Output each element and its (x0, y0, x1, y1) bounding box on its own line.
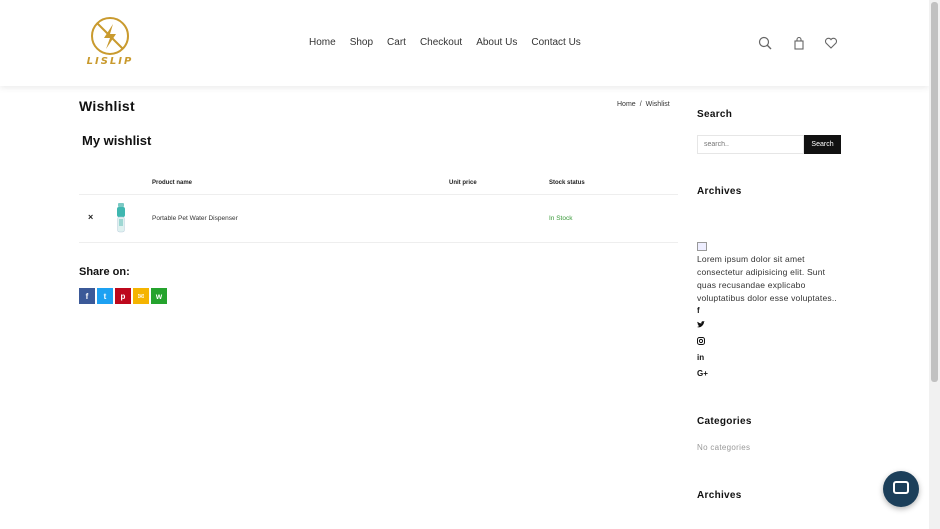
col-unit-price: Unit price (449, 180, 477, 186)
search-button[interactable]: Search (804, 135, 841, 154)
broken-image-icon (697, 242, 707, 251)
product-thumbnail[interactable] (116, 203, 126, 233)
search-input[interactable] (697, 135, 804, 154)
about-text: Lorem ipsum dolor sit amet consectetur a… (697, 254, 837, 303)
chat-bubble-icon (893, 481, 909, 494)
table-row: × Portable Pet Water Dispenser In Stock (79, 195, 678, 243)
instagram-icon[interactable] (697, 337, 705, 347)
email-share-icon[interactable]: ✉ (133, 288, 149, 304)
twitter-icon[interactable] (697, 321, 705, 331)
no-categories-text: No categories (697, 443, 751, 452)
heart-icon[interactable] (824, 36, 838, 50)
page-scrollbar[interactable] (929, 0, 940, 529)
main-nav: Home Shop Cart Checkout About Us Contact… (309, 37, 595, 48)
col-product-name: Product name (152, 180, 193, 186)
twitter-share-icon[interactable]: t (97, 288, 113, 304)
chat-launcher-button[interactable] (883, 471, 919, 507)
facebook-share-icon[interactable]: f (79, 288, 95, 304)
sidebar-search-title: Search (697, 109, 733, 120)
site-header: LISLIP Home Shop Cart Checkout About Us … (0, 0, 929, 86)
product-name-link[interactable]: Portable Pet Water Dispenser (152, 215, 238, 222)
whatsapp-share-icon[interactable]: w (151, 288, 167, 304)
nav-shop[interactable]: Shop (350, 37, 373, 48)
cart-bag-icon[interactable] (792, 36, 806, 50)
pinterest-share-icon[interactable]: p (115, 288, 131, 304)
wishlist-table: Product name Unit price Stock status × P… (79, 175, 678, 243)
logo-text: LISLIP (86, 56, 134, 67)
linkedin-icon[interactable]: in (697, 353, 704, 362)
logo-bolt-icon (91, 17, 129, 55)
scrollbar-thumb[interactable] (931, 2, 938, 382)
nav-home[interactable]: Home (309, 37, 336, 48)
search-icon[interactable] (758, 36, 772, 50)
table-header: Product name Unit price Stock status (79, 175, 678, 195)
breadcrumb: Home / Wishlist (617, 101, 670, 108)
nav-contact-us[interactable]: Contact Us (531, 37, 580, 48)
site-logo[interactable]: LISLIP (79, 16, 141, 70)
breadcrumb-separator: / (639, 101, 642, 108)
breadcrumb-home[interactable]: Home (617, 101, 636, 108)
nav-checkout[interactable]: Checkout (420, 37, 462, 48)
nav-about-us[interactable]: About Us (476, 37, 517, 48)
wishlist-subtitle: My wishlist (82, 133, 152, 148)
nav-cart[interactable]: Cart (387, 37, 406, 48)
sidebar-categories-title: Categories (697, 416, 752, 427)
facebook-icon[interactable]: f (697, 306, 700, 315)
sidebar-archives-title-2: Archives (697, 490, 742, 501)
sidebar-archives-title: Archives (697, 186, 742, 197)
share-buttons: f t p ✉ w (79, 288, 167, 304)
stock-status: In Stock (549, 215, 573, 222)
share-title: Share on: (79, 266, 130, 278)
col-stock-status: Stock status (549, 180, 585, 186)
google-plus-icon[interactable]: G+ (697, 369, 708, 378)
breadcrumb-current: Wishlist (645, 101, 670, 108)
remove-item-button[interactable]: × (88, 212, 93, 222)
page-title: Wishlist (79, 98, 135, 114)
